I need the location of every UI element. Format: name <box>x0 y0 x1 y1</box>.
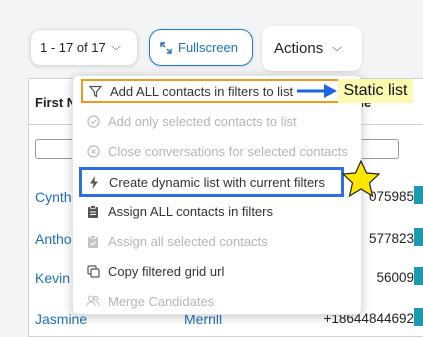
static-list-annotation: Static list <box>338 79 413 103</box>
annotation-overlay <box>297 84 381 198</box>
arrow-icon <box>297 84 337 98</box>
star-icon <box>341 159 381 198</box>
